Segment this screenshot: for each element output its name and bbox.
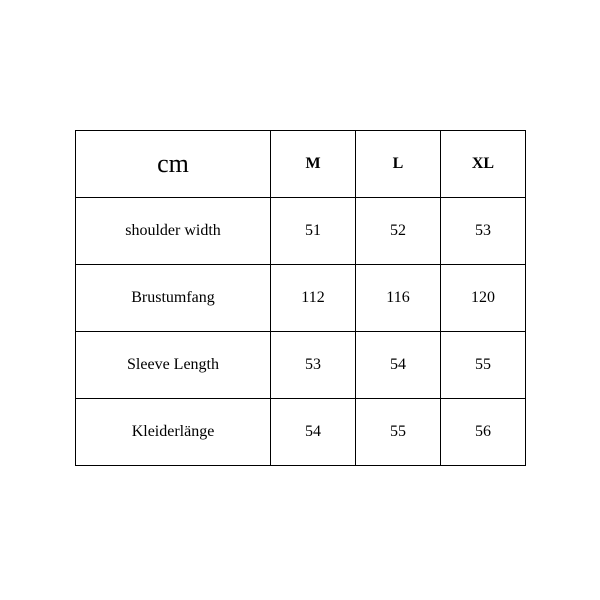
- measurement-value: 54: [271, 399, 356, 466]
- measurement-value: 55: [441, 332, 526, 399]
- measurement-value: 120: [441, 265, 526, 332]
- measurement-value: 55: [356, 399, 441, 466]
- size-header-xl: XL: [441, 131, 526, 198]
- measurement-value: 53: [271, 332, 356, 399]
- table-header-row: cm M L XL: [76, 131, 526, 198]
- measurement-label: Sleeve Length: [76, 332, 271, 399]
- table-row: Sleeve Length 53 54 55: [76, 332, 526, 399]
- size-chart: cm M L XL shoulder width 51 52 53 Brustu…: [75, 130, 525, 466]
- measurement-label: shoulder width: [76, 198, 271, 265]
- table-row: Brustumfang 112 116 120: [76, 265, 526, 332]
- measurement-value: 51: [271, 198, 356, 265]
- measurement-value: 116: [356, 265, 441, 332]
- measurement-label: Kleiderlänge: [76, 399, 271, 466]
- table-row: shoulder width 51 52 53: [76, 198, 526, 265]
- measurement-value: 53: [441, 198, 526, 265]
- measurement-value: 112: [271, 265, 356, 332]
- unit-header: cm: [76, 131, 271, 198]
- measurement-value: 56: [441, 399, 526, 466]
- table-row: Kleiderlänge 54 55 56: [76, 399, 526, 466]
- measurement-value: 52: [356, 198, 441, 265]
- measurement-value: 54: [356, 332, 441, 399]
- size-header-m: M: [271, 131, 356, 198]
- size-header-l: L: [356, 131, 441, 198]
- measurement-label: Brustumfang: [76, 265, 271, 332]
- size-table: cm M L XL shoulder width 51 52 53 Brustu…: [75, 130, 526, 466]
